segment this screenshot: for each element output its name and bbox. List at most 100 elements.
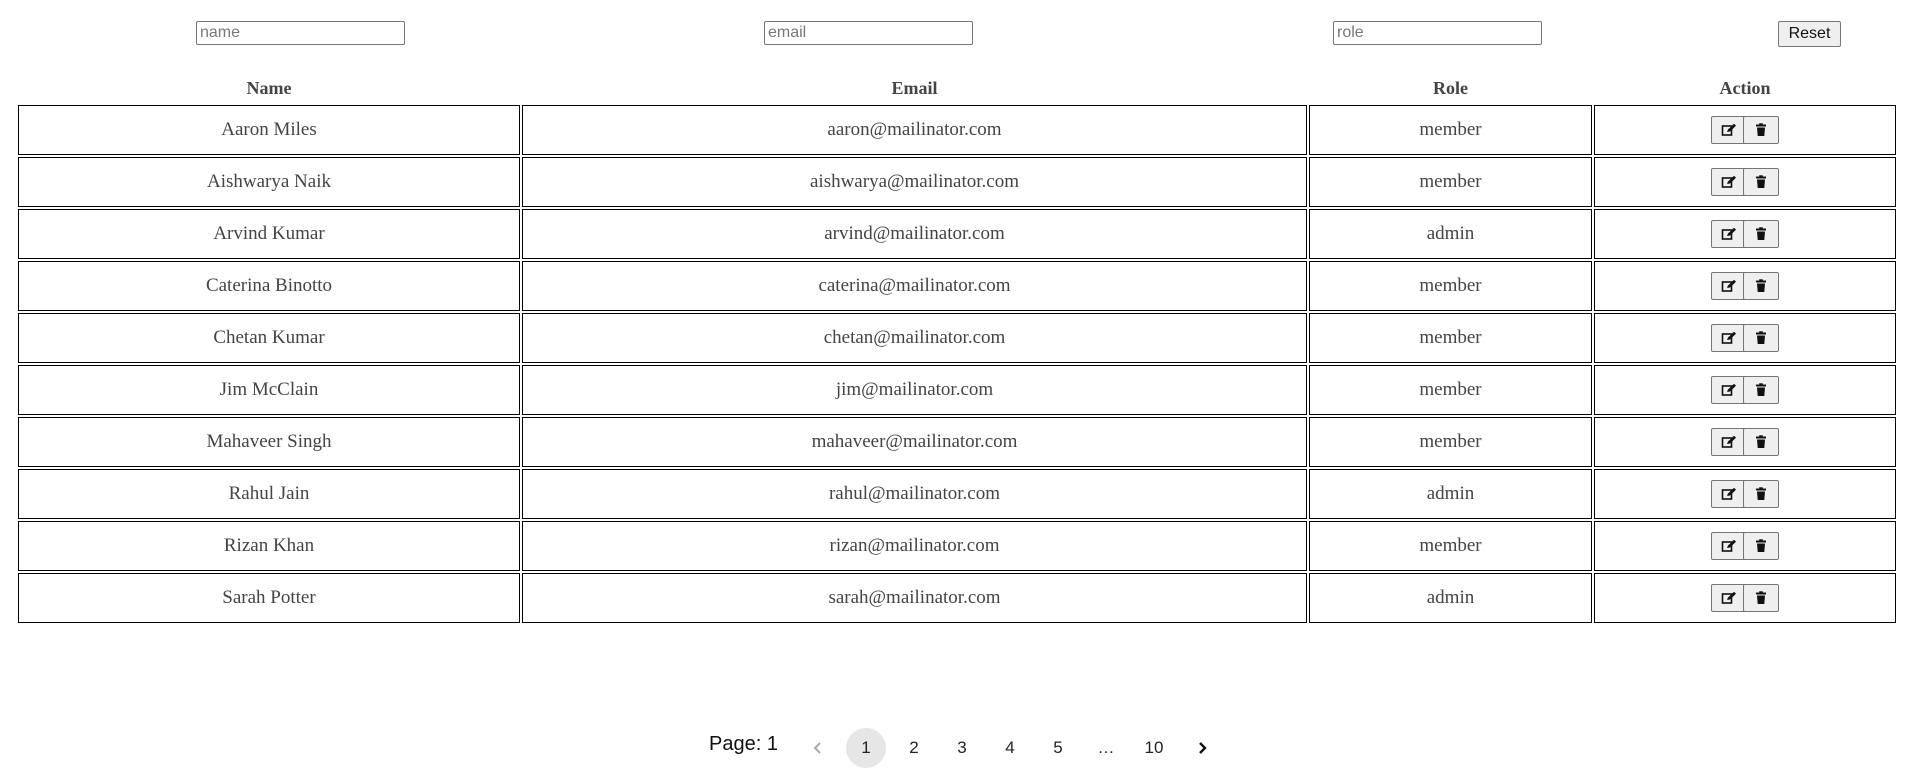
delete-button[interactable] [1743,324,1779,352]
cell-role: member [1309,261,1592,311]
delete-button[interactable] [1743,220,1779,248]
cell-name: Aaron Miles [18,105,520,155]
edit-button[interactable] [1711,376,1747,404]
trash-icon [1744,331,1778,345]
cell-role: member [1309,313,1592,363]
edit-button[interactable] [1711,116,1747,144]
cell-name: Aishwarya Naik [18,157,520,207]
cell-action [1594,157,1896,207]
table-row: Rahul Jain rahul@mailinator.com admin [18,469,1896,519]
column-header-email: Email [891,77,938,98]
cell-name: Jim McClain [18,365,520,415]
edit-icon [1712,487,1746,501]
cell-name: Rizan Khan [18,521,520,571]
table-row: Arvind Kumar arvind@mailinator.com admin [18,209,1896,259]
table-row: Jim McClain jim@mailinator.com member [18,365,1896,415]
delete-button[interactable] [1743,532,1779,560]
cell-email: rahul@mailinator.com [522,469,1307,519]
trash-icon [1744,487,1778,501]
cell-role: admin [1309,209,1592,259]
page-button[interactable]: 2 [894,728,934,768]
trash-icon [1744,227,1778,241]
column-header-role: Role [1433,77,1468,98]
cell-email: chetan@mailinator.com [522,313,1307,363]
cell-action [1594,365,1896,415]
edit-icon [1712,279,1746,293]
edit-button[interactable] [1711,272,1747,300]
cell-action [1594,521,1896,571]
edit-button[interactable] [1711,168,1747,196]
table-row: Aishwarya Naik aishwarya@mailinator.com me… [18,157,1896,207]
users-table: Name Email Role Action Aaron Miles aaron@… [16,71,1898,625]
cell-name: Caterina Binotto [18,261,520,311]
name-filter-input[interactable] [196,21,405,45]
table-row: Caterina Binotto caterina@mailinator.com m… [18,261,1896,311]
delete-button[interactable] [1743,584,1779,612]
page-indicator: Page: 1 [709,732,778,755]
column-header-action: Action [1719,77,1771,98]
table-row: Aaron Miles aaron@mailinator.com member [18,105,1896,155]
delete-button[interactable] [1743,428,1779,456]
reset-button[interactable]: Reset [1778,21,1841,47]
page-button[interactable]: 4 [990,728,1030,768]
cell-role: admin [1309,469,1592,519]
page-button[interactable]: 10 [1134,728,1174,768]
cell-email: arvind@mailinator.com [522,209,1307,259]
edit-icon [1712,123,1746,137]
table-row: Sarah Potter sarah@mailinator.com admin [18,573,1896,623]
role-filter-input[interactable] [1333,21,1542,45]
page-button[interactable]: 1 [845,728,886,768]
edit-button[interactable] [1711,220,1747,248]
cell-email: aaron@mailinator.com [522,105,1307,155]
chevron-right-icon[interactable] [1182,728,1222,768]
cell-email: caterina@mailinator.com [522,261,1307,311]
table-row: Chetan Kumar chetan@mailinator.com member [18,313,1896,363]
trash-icon [1744,435,1778,449]
column-header-name: Name [246,77,292,98]
edit-button[interactable] [1711,584,1747,612]
table-header-row: Name Email Role Action [18,73,1896,103]
page-button[interactable]: 3 [942,728,982,768]
delete-button[interactable] [1743,168,1779,196]
cell-name: Rahul Jain [18,469,520,519]
cell-role: member [1309,365,1592,415]
cell-email: rizan@mailinator.com [522,521,1307,571]
chevron-left-icon[interactable] [798,728,838,768]
trash-icon [1744,591,1778,605]
delete-button[interactable] [1743,480,1779,508]
delete-button[interactable] [1743,376,1779,404]
cell-name: Chetan Kumar [18,313,520,363]
delete-button[interactable] [1743,116,1779,144]
cell-action [1594,105,1896,155]
cell-email: mahaveer@mailinator.com [522,417,1307,467]
page-ellipsis: … [1097,738,1115,757]
cell-email: jim@mailinator.com [522,365,1307,415]
edit-icon [1712,591,1746,605]
edit-button[interactable] [1711,480,1747,508]
edit-button[interactable] [1711,324,1747,352]
cell-action [1594,313,1896,363]
cell-role: member [1309,105,1592,155]
cell-name: Sarah Potter [18,573,520,623]
cell-name: Mahaveer Singh [18,417,520,467]
trash-icon [1744,123,1778,137]
email-filter-input[interactable] [764,21,973,45]
trash-icon [1744,539,1778,553]
edit-icon [1712,175,1746,189]
delete-button[interactable] [1743,272,1779,300]
page-button[interactable]: 5 [1038,728,1078,768]
edit-button[interactable] [1711,428,1747,456]
trash-icon [1744,279,1778,293]
pagination: Page: 1 1 2 3 4 5 … 10 [709,728,1226,768]
cell-role: admin [1309,573,1592,623]
cell-name: Arvind Kumar [18,209,520,259]
edit-icon [1712,539,1746,553]
edit-button[interactable] [1711,532,1747,560]
cell-action [1594,261,1896,311]
edit-icon [1712,331,1746,345]
table-row: Mahaveer Singh mahaveer@mailinator.com mem… [18,417,1896,467]
edit-icon [1712,227,1746,241]
cell-email: sarah@mailinator.com [522,573,1307,623]
cell-role: member [1309,417,1592,467]
cell-role: member [1309,521,1592,571]
